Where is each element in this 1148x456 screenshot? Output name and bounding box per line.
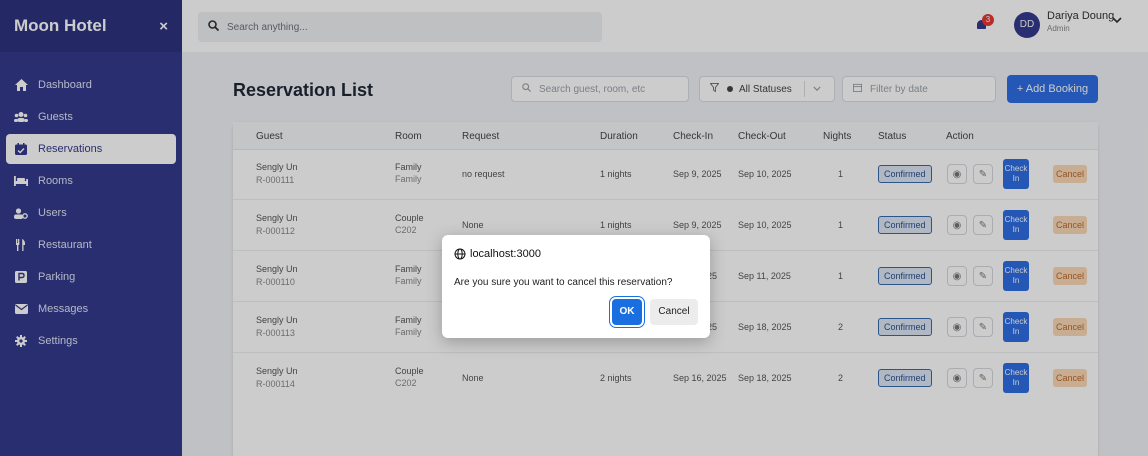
dialog-message: Are you sure you want to cancel this res… xyxy=(454,277,673,288)
cancel-button[interactable]: Cancel xyxy=(650,299,698,325)
ok-button[interactable]: OK xyxy=(612,299,642,325)
dialog-host: localhost:3000 xyxy=(454,248,541,260)
modal-overlay xyxy=(0,0,1148,456)
globe-icon xyxy=(454,248,466,260)
confirm-dialog: localhost:3000 Are you sure you want to … xyxy=(442,235,710,338)
dialog-host-text: localhost:3000 xyxy=(470,248,541,260)
